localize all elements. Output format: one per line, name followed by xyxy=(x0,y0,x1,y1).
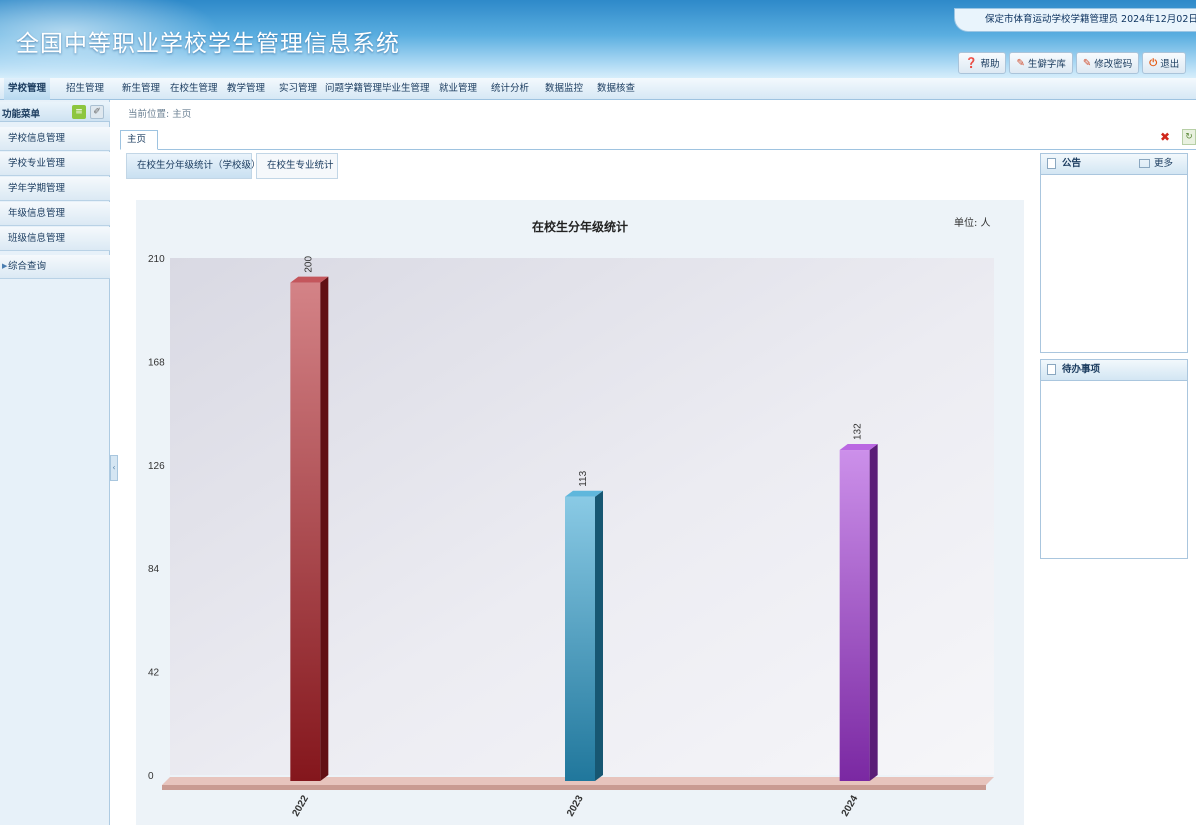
y-tick-label: 168 xyxy=(148,357,165,368)
bar-2024 xyxy=(839,450,870,781)
document-icon xyxy=(1047,158,1056,169)
nav-item-enrollment[interactable]: 招生管理 xyxy=(66,78,104,100)
subtab-major-stats[interactable]: 在校生专业统计 xyxy=(256,153,338,179)
more-label: 更多 xyxy=(1154,158,1174,169)
sidebar-header: 功能菜单 ≡ ✐ xyxy=(0,102,110,122)
y-tick-label: 210 xyxy=(148,254,165,265)
document-icon xyxy=(1047,364,1056,375)
bar-value-label: 200 xyxy=(303,255,314,272)
help-label: 帮助 xyxy=(980,59,1000,70)
more-link[interactable]: 更多 xyxy=(1139,154,1173,174)
sidebar: 功能菜单 ≡ ✐ 学校信息管理 学校专业管理 学年学期管理 年级信息管理 班级信… xyxy=(0,100,110,825)
x-tick-label: 2024 xyxy=(840,793,861,818)
sidebar-item-school-info[interactable]: 学校信息管理 xyxy=(0,127,110,151)
tab-home[interactable]: 主页 xyxy=(120,130,158,150)
nav-item-data-check[interactable]: 数据核查 xyxy=(597,78,635,100)
y-tick-label: 0 xyxy=(148,771,154,782)
chart-panel: 在校生分年级统计 单位: 人 0 42 84 126 168 210 200 2022 113 2… xyxy=(136,200,1024,825)
notice-title: 公告 xyxy=(1062,158,1082,169)
bar-value-label: 113 xyxy=(578,470,589,486)
key-icon: ✎ xyxy=(1082,57,1092,69)
main-nav: 学校管理 招生管理 新生管理 在校生管理 教学管理 实习管理 问题学籍管理 毕业… xyxy=(0,78,1196,100)
power-icon: ⏻ xyxy=(1149,57,1158,69)
chart-svg: 0 42 84 126 168 210 200 2022 113 2023 132 2024 xyxy=(148,254,994,819)
nav-item-problem-records[interactable]: 问题学籍管理 xyxy=(325,78,382,100)
refresh-icon[interactable]: ↻ xyxy=(1182,129,1196,145)
rare-char-label: 生僻字库 xyxy=(1027,59,1066,70)
tab-bar: 主页 xyxy=(120,130,1196,150)
chart-floor-front xyxy=(162,785,986,790)
nav-item-teaching[interactable]: 教学管理 xyxy=(227,78,265,100)
bar-2022 xyxy=(290,282,321,781)
change-password-label: 修改密码 xyxy=(1094,59,1133,70)
rare-char-button[interactable]: ✎ 生僻字库 xyxy=(1009,52,1073,74)
bar-side-2022 xyxy=(320,276,329,781)
breadcrumb: 当前位置: 主页 xyxy=(128,109,192,120)
notice-panel: 公告 更多 xyxy=(1040,153,1188,353)
help-button[interactable]: ❓ 帮助 xyxy=(958,52,1007,74)
x-tick-label: 2023 xyxy=(565,793,586,818)
nav-item-freshmen[interactable]: 新生管理 xyxy=(122,78,160,100)
sidebar-item-label: 班级信息管理 xyxy=(8,233,66,244)
sidebar-item-label: 综合查询 xyxy=(8,261,47,272)
expand-triangle-icon: ▶ xyxy=(2,262,8,270)
nav-item-students[interactable]: 在校生管理 xyxy=(170,78,218,100)
more-icon xyxy=(1139,159,1150,168)
sidebar-item-label: 学校专业管理 xyxy=(8,158,66,169)
sidebar-collapse-handle[interactable]: ‹ xyxy=(110,455,118,481)
help-icon: ❓ xyxy=(965,57,978,69)
menu-list-icon[interactable]: ≡ xyxy=(72,105,86,119)
sidebar-item-school-majors[interactable]: 学校专业管理 xyxy=(0,152,110,176)
close-tabs-icon[interactable]: ✖ xyxy=(1160,130,1170,144)
sidebar-title: 功能菜单 xyxy=(2,109,41,120)
todo-panel: 待办事项 xyxy=(1040,359,1188,559)
todo-title: 待办事项 xyxy=(1062,364,1101,375)
sidebar-item-classes[interactable]: 班级信息管理 xyxy=(0,227,110,251)
system-title: 全国中等职业学校学生管理信息系统 xyxy=(16,31,400,57)
logout-label: 退出 xyxy=(1160,59,1180,70)
sidebar-item-grades[interactable]: 年级信息管理 xyxy=(0,202,110,226)
header-toolbar: ❓ 帮助 ✎ 生僻字库 ✎ 修改密码 ⏻ 退出 xyxy=(958,52,1187,74)
sidebar-item-label: 学校信息管理 xyxy=(8,133,66,144)
nav-item-graduates[interactable]: 毕业生管理 xyxy=(382,78,430,100)
x-tick-label: 2022 xyxy=(290,793,311,818)
todo-panel-header: 待办事项 xyxy=(1041,360,1187,381)
nav-item-internship[interactable]: 实习管理 xyxy=(279,78,317,100)
y-tick-label: 84 xyxy=(148,564,160,575)
user-info: 保定市体育运动学校学籍管理员 2024年12月02日 xyxy=(954,8,1196,32)
notice-panel-header: 公告 更多 xyxy=(1041,154,1187,175)
y-tick-label: 126 xyxy=(148,461,165,472)
header-banner: 全国中等职业学校学生管理信息系统 保定市体育运动学校学籍管理员 2024年12月… xyxy=(0,0,1196,78)
sidebar-item-query[interactable]: ▶ 综合查询 xyxy=(0,255,110,279)
logout-button[interactable]: ⏻ 退出 xyxy=(1142,52,1187,74)
nav-item-statistics[interactable]: 统计分析 xyxy=(491,78,529,100)
attach-icon[interactable]: ✐ xyxy=(90,105,104,119)
nav-item-employment[interactable]: 就业管理 xyxy=(439,78,477,100)
pen-icon: ✎ xyxy=(1016,57,1025,69)
bar-2023 xyxy=(565,496,595,781)
nav-item-school[interactable]: 学校管理 xyxy=(4,78,51,100)
nav-item-monitoring[interactable]: 数据监控 xyxy=(545,78,583,100)
sidebar-item-label: 学年学期管理 xyxy=(8,183,66,194)
sidebar-item-terms[interactable]: 学年学期管理 xyxy=(0,177,110,201)
subtab-grade-stats[interactable]: 在校生分年级统计（学校级） xyxy=(126,153,261,179)
bar-side-2024 xyxy=(869,444,878,781)
sidebar-item-label: 年级信息管理 xyxy=(8,208,66,219)
bar-side-2023 xyxy=(595,490,603,781)
bar-value-label: 132 xyxy=(853,423,864,440)
app-window: 全国中等职业学校学生管理信息系统 保定市体育运动学校学籍管理员 2024年12月… xyxy=(0,0,1196,825)
y-tick-label: 42 xyxy=(148,668,160,679)
change-password-button[interactable]: ✎ 修改密码 xyxy=(1075,52,1140,74)
